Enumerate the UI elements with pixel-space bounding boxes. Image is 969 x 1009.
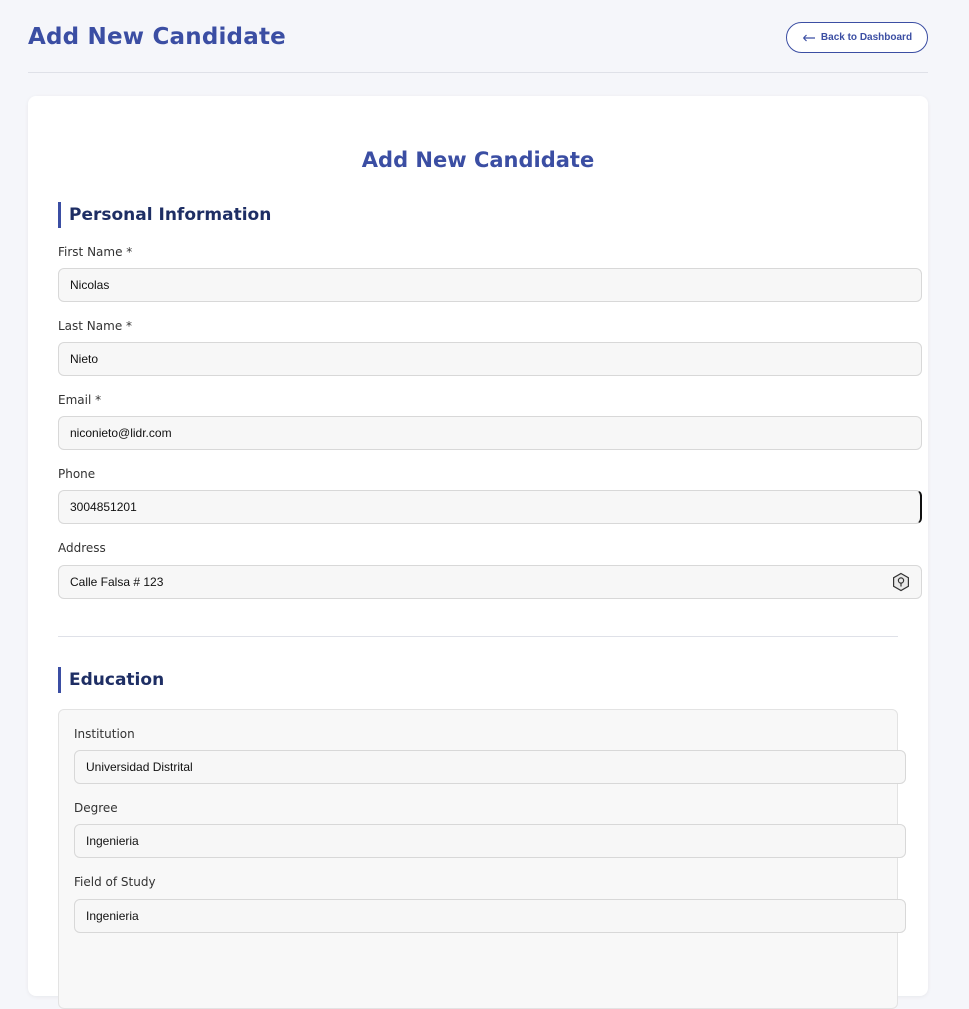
location-hexagon-icon[interactable] xyxy=(891,572,911,592)
institution-input[interactable] xyxy=(74,750,906,784)
personal-information-heading: Personal Information xyxy=(58,202,271,228)
degree-label: Degree xyxy=(74,801,118,815)
form-title: Add New Candidate xyxy=(361,148,595,172)
page-header: Add New Candidate Back to Dashboard xyxy=(28,0,928,73)
degree-input[interactable] xyxy=(74,824,906,858)
arrow-left-icon xyxy=(802,34,815,41)
education-entry: Institution Degree Field of Study xyxy=(58,709,906,1009)
email-input[interactable] xyxy=(58,416,922,450)
back-to-dashboard-button[interactable]: Back to Dashboard xyxy=(786,22,928,53)
back-to-dashboard-label: Back to Dashboard xyxy=(820,32,913,43)
field-of-study-label: Field of Study xyxy=(74,875,156,889)
last-name-input[interactable] xyxy=(58,342,922,376)
candidate-form-card: Add New Candidate Personal Information F… xyxy=(28,96,928,1009)
page-title: Add New Candidate xyxy=(28,24,286,50)
email-label: Email * xyxy=(58,393,102,407)
phone-input[interactable] xyxy=(58,490,922,524)
address-label: Address xyxy=(58,541,106,555)
institution-label: Institution xyxy=(74,727,135,741)
first-name-input[interactable] xyxy=(58,268,922,302)
first-name-label: First Name * xyxy=(58,245,133,259)
phone-label: Phone xyxy=(58,467,96,481)
education-heading: Education xyxy=(58,667,164,693)
last-name-label: Last Name * xyxy=(58,319,133,333)
section-divider xyxy=(58,636,898,637)
address-input[interactable] xyxy=(58,565,922,599)
field-of-study-input[interactable] xyxy=(74,899,906,933)
